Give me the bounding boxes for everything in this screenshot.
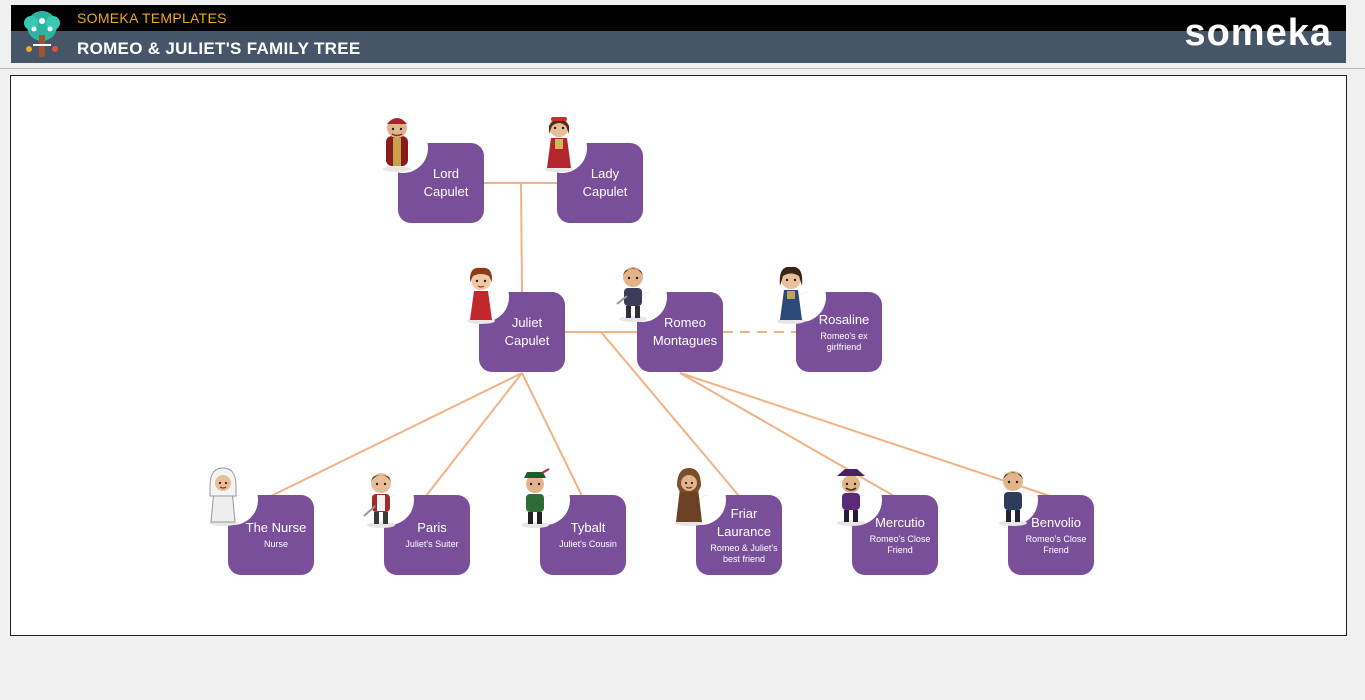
person-name: Romeo Montagues <box>652 315 718 348</box>
person-name: Paris <box>417 520 447 536</box>
person-role: Romeo & Juliet's best friend <box>710 542 778 565</box>
rosaline-portrait-icon <box>777 266 805 324</box>
person-role: Juliet's Cousin <box>559 539 617 550</box>
person-name: Tybalt <box>570 520 606 536</box>
link-parents-juliet <box>520 182 523 294</box>
juliet-portrait-icon <box>467 267 495 324</box>
person-name: Mercutio <box>875 514 925 530</box>
person-name: Friar Laurance <box>716 505 772 539</box>
person-name: Benvolio <box>1031 514 1081 530</box>
lord-capulet-portrait-icon <box>383 118 411 172</box>
paris-portrait-icon <box>363 473 395 528</box>
brand-logo: someka <box>1184 12 1332 54</box>
romeo-portrait-icon <box>616 267 647 322</box>
person-role: Juliet's Suiter <box>405 539 459 550</box>
person-role: Nurse <box>263 539 288 550</box>
page-title: ROMEO & JULIET'S FAMILY TREE <box>77 39 361 58</box>
person-role: Romeo's Close Friend <box>1025 533 1087 556</box>
person-name: Lady Capulet <box>582 166 628 199</box>
person-name: Lord Capulet <box>423 166 469 199</box>
person-card-friar-laurance[interactable]: Friar Laurance Romeo & Juliet's best fri… <box>696 495 782 575</box>
mercutio-portrait-icon <box>837 469 865 526</box>
link-juliet-paris <box>425 372 523 497</box>
header-subtitle: SOMEKA TEMPLATES <box>77 10 227 26</box>
person-role: Romeo's ex girlfriend <box>820 330 868 353</box>
family-tree-icon <box>24 11 60 57</box>
header-divider <box>0 68 1365 69</box>
friar-laurance-portrait-icon <box>675 468 703 526</box>
header-banner: SOMEKA TEMPLATES ROMEO & JULIET'S FAMILY… <box>11 5 1346 63</box>
lady-capulet-portrait-icon <box>545 117 573 172</box>
person-name: Juliet Capulet <box>504 315 550 348</box>
nurse-portrait-icon <box>209 467 237 526</box>
person-name: Rosaline <box>818 311 870 327</box>
tybalt-portrait-icon <box>521 468 550 528</box>
family-tree-canvas: Lord Capulet Lady Capulet Juliet Capulet… <box>10 75 1347 636</box>
person-role: Romeo's Close Friend <box>869 533 931 556</box>
person-name: The Nurse <box>245 520 307 536</box>
benvolio-portrait-icon <box>999 471 1027 526</box>
